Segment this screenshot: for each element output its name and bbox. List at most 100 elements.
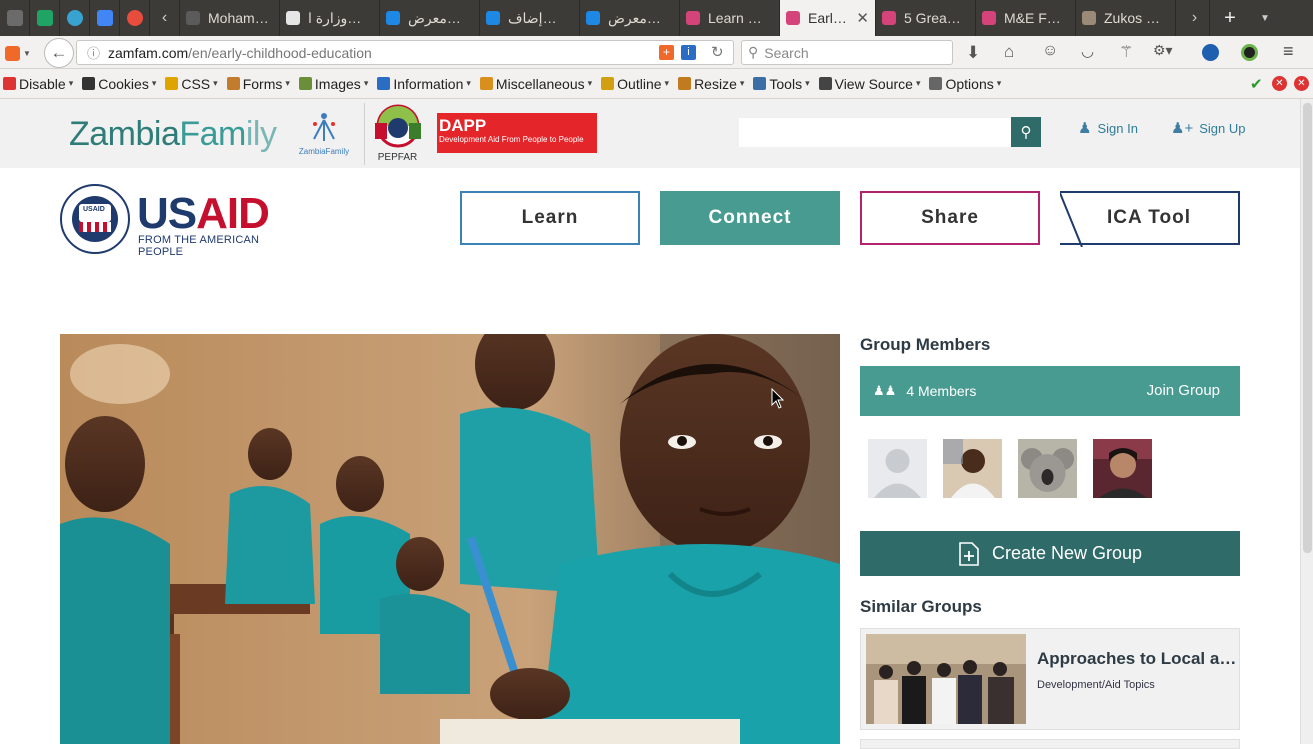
pinned-tab-sheets[interactable]	[30, 0, 60, 36]
webdev-menu-cookies[interactable]: Cookies ▾	[82, 76, 156, 92]
join-group-button[interactable]: Join Group	[1147, 382, 1220, 399]
browser-tab[interactable]: معرض…	[580, 0, 680, 36]
menu-icon[interactable]: ≡	[1283, 41, 1294, 62]
usaid-seal-icon: USAID	[60, 184, 130, 254]
scrollbar-thumb[interactable]	[1303, 103, 1312, 553]
similar-group-title[interactable]: Approaches to Local a…	[1037, 649, 1236, 669]
pocket-icon[interactable]: ◡	[1081, 42, 1094, 60]
group-photo	[866, 634, 1026, 724]
dapp-logo: DAPP Development Aid From People to Peop…	[437, 113, 597, 153]
zambiafamily-logo[interactable]: ZambiaFamily	[69, 115, 277, 154]
url-bar[interactable]: ⓘ zamfam.com/en/early-childhood-educatio…	[76, 40, 734, 65]
browser-tab[interactable]: معرض…	[380, 0, 480, 36]
addon-button[interactable]: ▼	[3, 44, 33, 62]
tab-title: Mohame…	[208, 10, 273, 26]
webdev-menu-images[interactable]: Images ▾	[298, 76, 369, 92]
webdev-menu-disable[interactable]: Disable ▾	[3, 76, 73, 92]
new-tab-button[interactable]: +	[1210, 0, 1250, 36]
browser-tab[interactable]: 5 Grea…	[876, 0, 976, 36]
webdev-menu-resize[interactable]: Resize ▾	[678, 76, 744, 92]
nav-learn-button[interactable]: Learn	[460, 191, 640, 245]
similar-group-card[interactable]: Approaches to Local a… Development/Aid T…	[860, 628, 1240, 730]
back-button[interactable]: ←	[44, 38, 74, 68]
browser-tab[interactable]: Earl… ✕	[780, 0, 876, 36]
reload-icon[interactable]: ↻	[711, 43, 724, 61]
webdev-menu-forms[interactable]: Forms ▾	[226, 76, 290, 92]
menu-icon	[377, 77, 391, 90]
dapp-title: DAPP	[439, 116, 487, 135]
nav-ica-tool-button[interactable]: ICA Tool	[1060, 191, 1240, 247]
avatar[interactable]	[943, 439, 1002, 498]
snowflake-icon	[66, 10, 83, 26]
browser-tab[interactable]: Zukos …	[1076, 0, 1176, 36]
tab-favicon-icon	[786, 11, 800, 25]
avatar[interactable]	[1093, 439, 1152, 498]
tab-favicon-icon	[1082, 11, 1096, 25]
dapp-subtitle: Development Aid From People to People	[439, 135, 584, 144]
zf-small-label: ZambiaFamily	[298, 147, 350, 156]
sign-up-label: Sign Up	[1199, 120, 1246, 136]
similar-group-tag[interactable]: Development/Aid Topics	[1037, 679, 1155, 691]
members-count[interactable]: 4 Members	[906, 383, 976, 399]
usaid-us: US	[137, 189, 197, 238]
extension-icon[interactable]	[1202, 44, 1219, 61]
browser-tab[interactable]: وزارة ا…	[280, 0, 380, 36]
site-search-button[interactable]: ⚲	[1011, 117, 1041, 147]
download-icon[interactable]: ⬇	[966, 43, 980, 63]
close-toolbar-icon[interactable]: ✕	[1294, 76, 1309, 91]
menu-icon	[678, 77, 692, 90]
browser-tab[interactable]: M&E F…	[976, 0, 1076, 36]
check-icon[interactable]: ✔	[1250, 75, 1263, 93]
pinned-tab-app[interactable]	[60, 0, 90, 36]
usaid-logo[interactable]: USAID USAID FROM THE AMERICAN PEOPLE	[60, 184, 300, 258]
plus-addon-icon[interactable]: +	[659, 45, 674, 60]
page-scrollbar[interactable]	[1300, 99, 1313, 744]
nav-share-button[interactable]: Share	[860, 191, 1040, 245]
nav-connect-button[interactable]: Connect	[660, 191, 840, 245]
browser-tab[interactable]: Mohame…	[180, 0, 280, 36]
menu-label: View Source	[834, 75, 913, 92]
avatar[interactable]	[1018, 439, 1077, 498]
browser-search-field[interactable]: ⚲ Search	[741, 40, 953, 65]
webdev-menu-miscellaneous[interactable]: Miscellaneous ▾	[479, 76, 592, 92]
sign-up-link[interactable]: ♟+ Sign Up	[1171, 119, 1245, 137]
browser-tab[interactable]: إضاف…	[480, 0, 580, 36]
extension-icon-2[interactable]	[1241, 44, 1258, 61]
page-info-icon[interactable]: i	[681, 45, 696, 60]
wand-icon[interactable]: ⚚	[1119, 42, 1133, 62]
webdev-menu-information[interactable]: Information ▾	[377, 76, 471, 92]
webdev-menu-tools[interactable]: Tools ▾	[753, 75, 810, 92]
tools-icon[interactable]: ⚙▾	[1153, 42, 1173, 59]
webdev-menu-options[interactable]: Options ▾	[929, 76, 1001, 92]
home-icon[interactable]: ⌂	[1004, 42, 1014, 62]
tab-list-button[interactable]: ▼	[1250, 0, 1280, 36]
sign-in-link[interactable]: ♟ Sign In	[1078, 119, 1138, 137]
seal-label: USAID	[83, 206, 105, 213]
avatar[interactable]	[868, 439, 927, 498]
close-tab-icon[interactable]: ✕	[856, 9, 869, 27]
webdev-menu-css[interactable]: CSS ▾	[165, 76, 218, 92]
similar-groups-title: Similar Groups	[860, 597, 982, 616]
browser-search-placeholder: Search	[764, 44, 809, 61]
url-path: /en/early-childhood-education	[188, 44, 372, 61]
tabs-scroll-right-button[interactable]: ›	[1180, 0, 1210, 36]
pinned-tab-docs[interactable]	[90, 0, 120, 36]
caret-down-icon: ▾	[363, 78, 369, 88]
create-new-group-button[interactable]: Create New Group	[860, 531, 1240, 576]
similar-group-card[interactable]	[860, 739, 1240, 749]
tabs-scroll-left-button[interactable]: ‹	[150, 0, 180, 36]
pinned-tab-gmail[interactable]	[0, 0, 30, 36]
caret-down-icon: ▾	[285, 78, 290, 88]
browser-tab[interactable]: Learn …	[680, 0, 780, 36]
browser-tab-bar: ‹ Mohame… وزارة ا… معرض… إضاف… معرض… Learn … E…	[0, 0, 1313, 36]
chat-icon[interactable]: ☺	[1042, 42, 1058, 60]
ica-tool-label: ICA Tool	[1107, 207, 1191, 228]
webdev-menu-view-source[interactable]: View Source ▾	[818, 75, 920, 92]
menu-label: Tools	[769, 75, 803, 92]
error-icon[interactable]: ✕	[1272, 76, 1287, 91]
tab-title: Earl…	[808, 10, 847, 26]
site-search-input[interactable]	[739, 118, 1011, 147]
chevron-down-icon: ▼	[1260, 12, 1270, 24]
pinned-tab-olx[interactable]	[120, 0, 150, 36]
webdev-menu-outline[interactable]: Outline ▾	[601, 76, 669, 92]
